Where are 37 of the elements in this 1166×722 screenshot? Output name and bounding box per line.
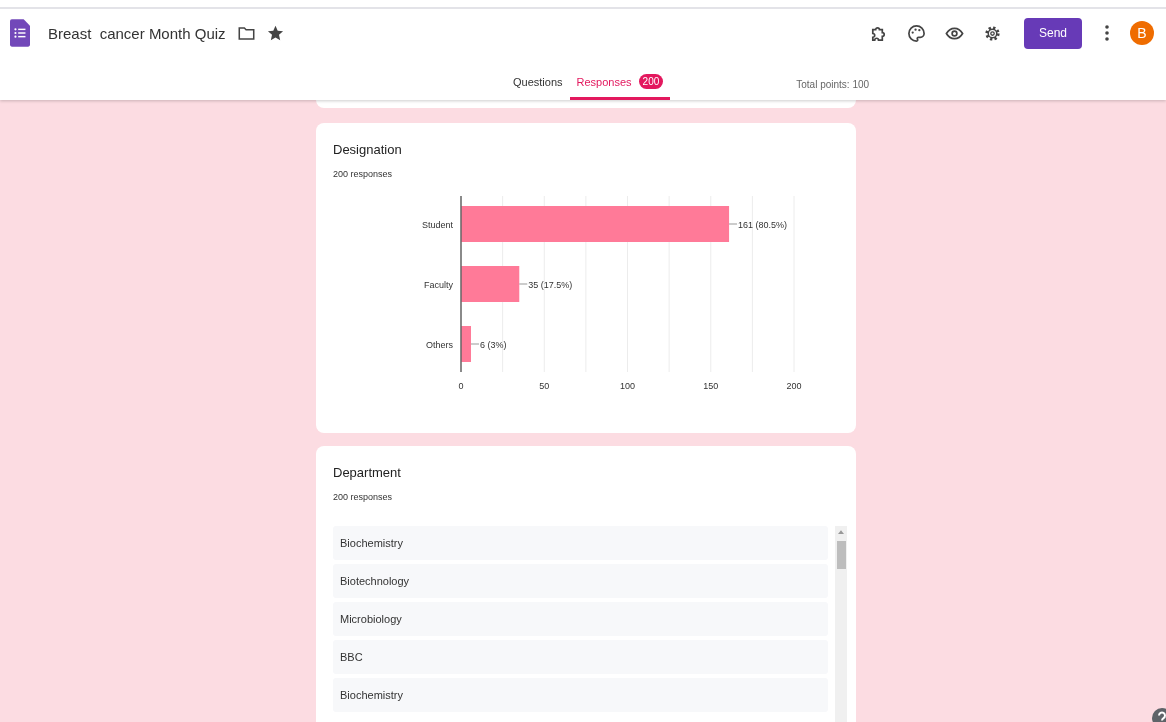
- value-label: 35 (17.5%): [528, 280, 573, 290]
- response-item: Biochemistry: [333, 678, 828, 712]
- axis-tick-label: 200: [786, 381, 802, 391]
- value-label: 6 (3%): [480, 340, 507, 350]
- response-item: Biotechnology: [333, 564, 828, 598]
- value-label: 161 (80.5%): [738, 220, 788, 230]
- scroll-thumb[interactable]: [836, 541, 846, 569]
- response-count: 200 responses: [333, 169, 393, 179]
- scrollbar[interactable]: [835, 526, 847, 722]
- category-label: Others: [426, 340, 453, 350]
- total-points: Total points: 100: [796, 79, 870, 92]
- question-title: Designation: [333, 142, 402, 157]
- category-label: Student: [421, 220, 453, 230]
- form-title[interactable]: Breast cancer Month Quiz: [48, 24, 226, 42]
- more-options-icon[interactable]: [1104, 23, 1110, 43]
- response-item: Microbiology: [333, 602, 828, 636]
- leader-line: [728, 223, 738, 225]
- axis-tick-label: 100: [620, 381, 635, 391]
- leader-line: [518, 283, 528, 285]
- bar: [461, 266, 520, 302]
- axis-tick-label: 50: [539, 381, 550, 391]
- star-icon[interactable]: [266, 24, 284, 42]
- axis-tick-label: 150: [703, 381, 719, 391]
- send-button[interactable]: Send: [1024, 17, 1082, 49]
- settings-icon[interactable]: [983, 23, 1002, 43]
- axis-tick-label: 0: [458, 381, 464, 391]
- forms-logo-icon[interactable]: [10, 19, 30, 47]
- category-label: Faculty: [424, 280, 453, 290]
- bar: [461, 326, 471, 362]
- palette-icon[interactable]: [907, 23, 926, 43]
- tab[interactable]: Questions: [506, 74, 570, 100]
- question-title: Department: [333, 465, 401, 480]
- response-count: 200 responses: [333, 492, 393, 502]
- response-item: Biochemistry: [333, 526, 828, 560]
- folder-icon[interactable]: [237, 24, 255, 42]
- leader-line: [470, 343, 480, 345]
- response-item: BBC: [333, 640, 828, 674]
